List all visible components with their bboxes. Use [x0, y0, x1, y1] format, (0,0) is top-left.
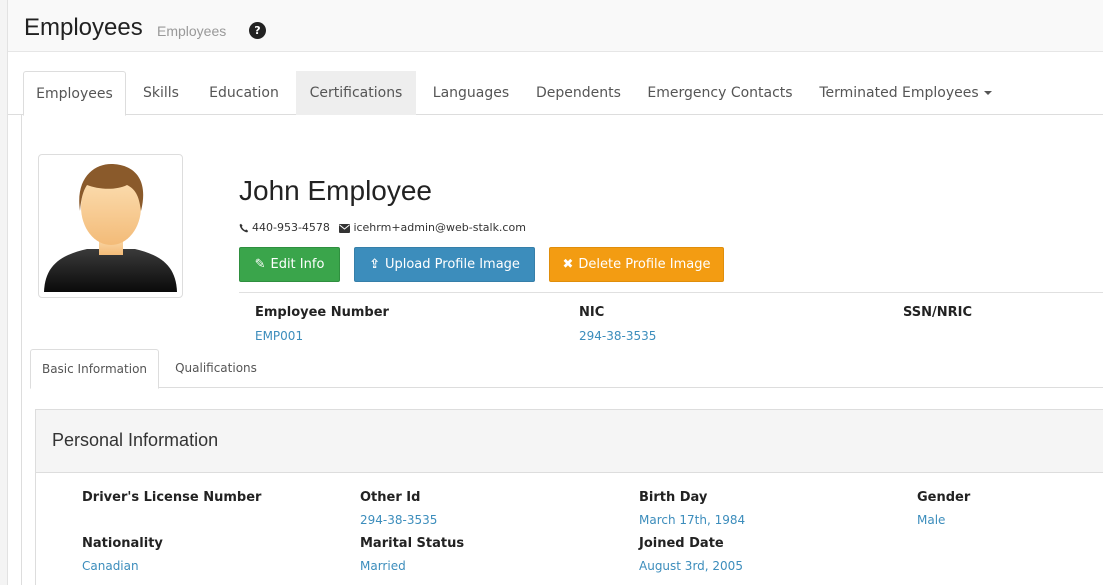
tab-label: Skills: [143, 85, 179, 101]
tab-languages[interactable]: Languages: [420, 71, 522, 115]
left-sidebar-edge: [0, 0, 8, 585]
tab-label: Qualifications: [175, 361, 257, 375]
tab-qualifications[interactable]: Qualifications: [163, 349, 269, 388]
upload-icon: ⇪: [369, 257, 380, 272]
times-icon: ✖: [562, 257, 574, 272]
nationality-value: Canadian: [82, 559, 139, 573]
nationality-label: Nationality: [82, 536, 163, 551]
tab-label: Languages: [432, 85, 510, 101]
tab-employees[interactable]: Employees: [23, 71, 126, 116]
tab-basic-information[interactable]: Basic Information: [30, 349, 159, 389]
phone-icon: [239, 223, 249, 233]
caret-down-icon: [983, 91, 992, 95]
other-id-value: 294-38-3535: [360, 513, 438, 527]
ssn-label: SSN/NRIC: [903, 305, 973, 320]
panel-header: Personal Information: [36, 410, 1103, 473]
employee-name: John Employee: [239, 175, 433, 206]
page-title: Employees: [24, 14, 143, 41]
divider: [239, 292, 1103, 293]
tab-label: Employees: [36, 86, 113, 102]
marital-status-value: Married: [360, 559, 406, 573]
profile-image: [38, 154, 183, 298]
birth-day-label: Birth Day: [639, 490, 708, 505]
question-circle-icon[interactable]: ?: [249, 22, 266, 39]
user-avatar-icon: [44, 163, 177, 292]
marital-status-label: Marital Status: [360, 536, 465, 551]
page-subtitle: Employees: [157, 23, 227, 39]
button-label: Delete Profile Image: [578, 257, 711, 272]
employee-number-value: EMP001: [255, 329, 304, 343]
tab-certifications[interactable]: Certifications: [296, 71, 416, 115]
edit-info-button[interactable]: ✎ Edit Info: [239, 247, 340, 282]
tab-emergency-contacts[interactable]: Emergency Contacts: [636, 71, 804, 115]
nic-label: NIC: [579, 305, 605, 320]
button-label: Edit Info: [270, 257, 325, 272]
main-tabs: Employees Skills Education Certification…: [8, 71, 1103, 116]
gender-label: Gender: [917, 490, 971, 505]
joined-date-label: Joined Date: [639, 536, 724, 551]
contact-info: 440-953-4578 icehrm+admin@web-stalk.com: [239, 221, 526, 234]
page-header: Employees Employees ?: [8, 0, 1103, 52]
tab-dependents[interactable]: Dependents: [524, 71, 633, 115]
tab-label: Certifications: [309, 85, 403, 101]
drivers-license-label: Driver's License Number: [82, 490, 262, 505]
employee-number-label: Employee Number: [255, 305, 389, 320]
edit-icon: ✎: [254, 257, 266, 272]
tab-label: Emergency Contacts: [647, 85, 793, 101]
tab-label: Education: [209, 85, 279, 101]
nic-value: 294-38-3535: [579, 329, 657, 343]
joined-date-value: August 3rd, 2005: [639, 559, 743, 573]
tab-label: Dependents: [536, 85, 621, 101]
envelope-icon: [339, 223, 351, 233]
other-id-label: Other Id: [360, 490, 421, 505]
email-address: icehrm+admin@web-stalk.com: [353, 221, 526, 234]
tab-label: Basic Information: [41, 362, 148, 376]
panel-title: Personal Information: [52, 430, 219, 450]
phone-number: 440-953-4578: [252, 221, 330, 234]
profile-subtabs: Basic Information Qualifications: [30, 349, 1103, 389]
delete-profile-image-button[interactable]: ✖ Delete Profile Image: [549, 247, 724, 282]
tab-label: Terminated Employees: [819, 85, 979, 101]
button-label: Upload Profile Image: [384, 257, 520, 272]
gender-value: Male: [917, 513, 946, 527]
tab-terminated-employees[interactable]: Terminated Employees: [808, 71, 1003, 115]
tab-education[interactable]: Education: [196, 71, 292, 115]
tab-skills[interactable]: Skills: [130, 71, 192, 115]
upload-profile-image-button[interactable]: ⇪ Upload Profile Image: [354, 247, 535, 282]
birth-day-value: March 17th, 1984: [639, 513, 746, 527]
